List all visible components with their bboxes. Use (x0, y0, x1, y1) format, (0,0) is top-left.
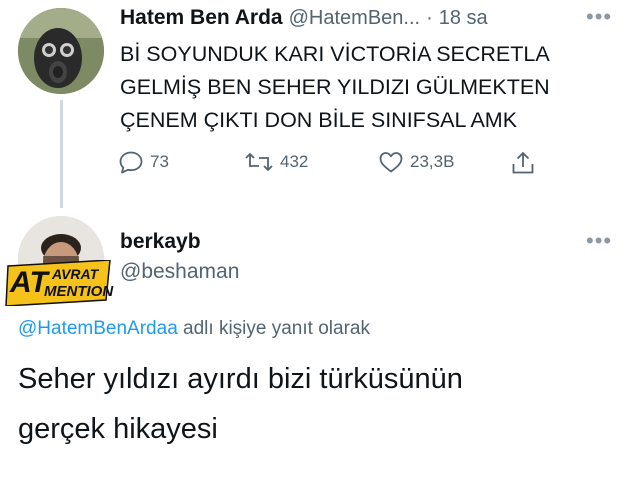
retweet-icon (245, 152, 273, 172)
reply-count: 73 (150, 152, 169, 171)
tweet-text: Bİ SOYUNDUK KARI VİCTORİA SECRETLA GELMİ… (120, 38, 620, 137)
share-button[interactable] (510, 150, 536, 176)
reply-line: Seher yıldızı ayırdı bizi türküsünün (18, 363, 463, 395)
reply-author-name[interactable]: berkayb (120, 230, 201, 254)
more-icon[interactable]: ••• (586, 230, 612, 252)
reply-text: Seher yıldızı ayırdı bizi türküsünün ger… (18, 354, 618, 454)
badge-big-text: AT (10, 266, 48, 299)
reply-icon (119, 151, 143, 174)
replying-to-label: adlı kişiye yanıt olarak (177, 318, 370, 339)
like-count: 23,3B (410, 152, 455, 171)
thread-connector (60, 100, 63, 208)
separator: · (426, 7, 433, 29)
reply-author-handle[interactable]: @beshaman (120, 260, 239, 284)
author-handle[interactable]: @HatemBen... (289, 7, 420, 30)
replying-to: @HatemBenArdaa adlı kişiye yanıt olarak (18, 318, 370, 340)
tweet-line: Bİ SOYUNDUK KARI VİCTORİA SECRETLA (120, 42, 550, 66)
at-mention-badge: AT AVRAT MENTION (4, 260, 114, 306)
retweet-button[interactable]: 432 (244, 150, 308, 174)
badge-line2: MENTION (44, 283, 114, 300)
share-icon (512, 151, 534, 174)
tweet-line: GELMİŞ BEN SEHER YILDIZI GÜLMEKTEN (120, 75, 550, 99)
reply-line: gerçek hikayesi (18, 413, 218, 445)
more-icon[interactable]: ••• (586, 6, 612, 28)
reply-button[interactable]: 73 (118, 150, 169, 174)
like-button[interactable]: 23,3B (378, 150, 454, 174)
retweet-count: 432 (280, 152, 309, 171)
tweet-header: Hatem Ben Arda @HatemBen... · 18 sa (120, 6, 488, 30)
like-icon (379, 152, 403, 173)
author-name[interactable]: Hatem Ben Arda (120, 6, 283, 30)
replying-to-handle[interactable]: @HatemBenArdaa (18, 318, 178, 339)
gas-mask-avatar-icon (18, 8, 104, 94)
tweet-line: ÇENEM ÇIKTI DON BİLE SINIFSAL AMK (120, 108, 518, 132)
timestamp[interactable]: 18 sa (439, 7, 488, 30)
badge-line1: AVRAT (52, 266, 99, 282)
author-avatar[interactable] (18, 8, 104, 94)
